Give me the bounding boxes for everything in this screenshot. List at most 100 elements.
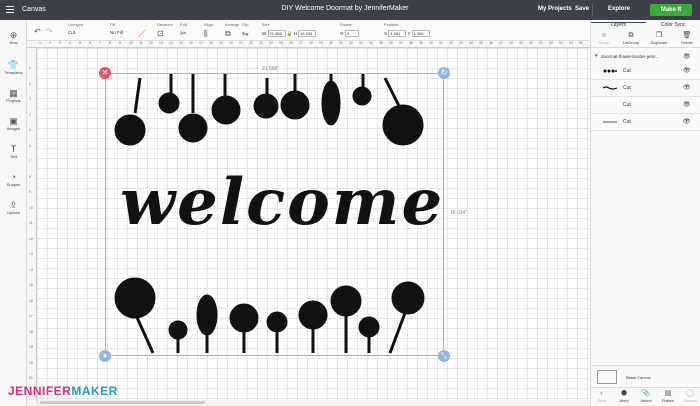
layer-group-row[interactable]: ▾ doormat-flower-border-jenn... 👁 (591, 52, 700, 61)
edit-control[interactable]: Edit ✂ (180, 22, 187, 38)
height-dimension-label: 18.034" (450, 210, 468, 216)
ruler-tick-label: 22 (249, 41, 253, 45)
ruler-tick-label: 27 (299, 41, 303, 45)
layer-item[interactable]: Cut 👁 (591, 114, 700, 131)
ruler-tick-label: 31 (339, 41, 343, 45)
horizontal-scrollbar[interactable] (40, 401, 205, 404)
position-y-input[interactable]: 1.966 (411, 30, 430, 37)
lock-icon[interactable]: 🔒 (287, 31, 293, 36)
position-control: Position X 4.981 Y 1.966 (384, 22, 430, 37)
contour-button[interactable]: ◯ Contour (679, 390, 700, 403)
explore-menu[interactable]: Explore (608, 6, 630, 12)
eye-icon[interactable]: 👁 (683, 67, 691, 74)
canvas-swatch[interactable] (597, 370, 617, 384)
hamburger-menu-icon[interactable] (6, 6, 14, 13)
selection-box[interactable] (105, 73, 444, 356)
deselect-label: Deselect (157, 22, 173, 27)
attach-button[interactable]: 📎 Attach (635, 390, 657, 403)
ruler-tick-label: 55 (579, 41, 583, 45)
arrange-icon[interactable]: ⧉ (225, 29, 231, 39)
eye-icon[interactable]: 👁 (683, 53, 691, 60)
fill-label: Fill (110, 22, 116, 27)
close-icon[interactable]: ✕ (99, 67, 111, 79)
ruler-tick-label: 10 (29, 205, 33, 210)
height-input[interactable]: 18.034 (298, 30, 317, 37)
position-x-input[interactable]: 4.981 (388, 30, 407, 37)
undo-icon[interactable]: ↶ (34, 26, 41, 36)
sidebar-item-images[interactable]: ▣ Images (0, 116, 27, 131)
rotate-handle-icon[interactable]: ↻ (438, 67, 450, 79)
redo-icon[interactable]: ↷ (46, 26, 53, 36)
ruler-tick-label: 18 (29, 329, 33, 334)
chevron-down-icon[interactable]: ▾ (595, 53, 598, 59)
scale-handle-icon[interactable]: ⤡ (438, 350, 450, 362)
delete-button[interactable]: 🗑 Delete (674, 32, 700, 45)
duplicate-button[interactable]: ❐ Duplicate (646, 32, 672, 45)
tab-color-sync[interactable]: Color Sync (661, 22, 685, 28)
group-label: Group (598, 40, 610, 45)
width-input[interactable]: 21.588 (267, 30, 286, 37)
position-label: Position (384, 22, 399, 27)
layer-item[interactable]: Cut 👁 (591, 97, 700, 114)
eye-icon[interactable]: 👁 (683, 101, 691, 108)
ruler-tick-label: 8 (109, 41, 111, 45)
sidebar-item-shapes[interactable]: ◔ Shapes (0, 172, 27, 187)
sidebar-item-projects[interactable]: ▦ Projects (0, 88, 27, 103)
eye-icon[interactable]: 👁 (683, 118, 691, 125)
weld-button[interactable]: ⬟ Weld (613, 390, 635, 403)
sidebar-item-new[interactable]: ⊕ New (0, 30, 27, 45)
flip-control[interactable]: Flip ⇋ (242, 22, 249, 38)
ruler-tick-label: 13 (159, 41, 163, 45)
deselect-icon[interactable]: ⊡ (157, 29, 164, 38)
edit-icon[interactable]: ✂ (180, 29, 187, 38)
ruler-tick-label: 4 (29, 112, 31, 117)
flip-icon[interactable]: ⇋ (242, 29, 249, 38)
align-icon[interactable]: ⫼ (204, 29, 208, 39)
sidebar-item-text[interactable]: T Text (0, 144, 27, 159)
bottom-layer-actions: ◐ Slice ⬟ Weld 📎 Attach ▤ Flatten ◯ Cont… (591, 387, 700, 406)
rotate-input[interactable]: 0 (345, 30, 360, 37)
weld-icon: ⬟ (620, 390, 628, 397)
text-icon: T (10, 144, 17, 154)
eye-icon[interactable]: 👁 (683, 84, 691, 91)
ruler-top: 1 2 3 4 5 6 7 8 9 10 11 12 13 14 15 16 17 18 19 20 21 22 23 24 2… (27, 41, 590, 48)
slice-button[interactable]: ◐ Slice (591, 390, 613, 403)
linetype-select[interactable]: Cut (68, 30, 83, 35)
ruler-tick-label: 8 (29, 174, 31, 179)
lock-handle-icon[interactable]: ● (99, 350, 111, 362)
ruler-tick-label: 20 (229, 41, 233, 45)
flatten-label: Flatten (661, 398, 675, 403)
ruler-tick-label: 18 (209, 41, 213, 45)
flatten-button[interactable]: ▤ Flatten (657, 390, 679, 403)
my-projects-link[interactable]: My Projects (538, 6, 572, 12)
jennifermaker-logo: JENNIFERMAKER (8, 384, 118, 398)
sidebar-item-templates[interactable]: 👕 Templates (0, 60, 27, 75)
ungroup-button[interactable]: ⧉ UnGroup (618, 32, 644, 45)
sidebar-item-label: Upload (7, 210, 20, 215)
ruler-tick-label: 26 (289, 41, 293, 45)
layer-item[interactable]: Cut 👁 (591, 80, 700, 97)
left-sidebar: ⊕ New 👕 Templates ▦ Projects ▣ Images T … (0, 20, 27, 406)
linetype-control[interactable]: Linetype Cut (68, 22, 83, 35)
align-control[interactable]: Align ⫼ (204, 22, 213, 39)
save-button[interactable]: Save (575, 6, 589, 12)
ruler-tick-label: 25 (279, 41, 283, 45)
ruler-tick-label: 13 (29, 252, 33, 256)
image-icon: ▣ (9, 116, 18, 126)
ruler-tick-label: 47 (499, 41, 503, 45)
make-it-button[interactable]: Make It (650, 4, 692, 16)
size-control: Size W 21.588 🔒 H 18.034 (262, 22, 317, 37)
sidebar-item-upload[interactable]: ⇪ Upload (0, 200, 27, 215)
blank-canvas-row[interactable]: Blank Canvas (591, 365, 700, 387)
group-button[interactable]: ⧈ Group (591, 32, 617, 45)
deselect-control[interactable]: Deselect ⊡ (157, 22, 173, 38)
fill-select[interactable]: No Fill (110, 30, 123, 35)
ruler-tick-label: 14 (169, 41, 173, 45)
pen-icon[interactable]: ／ (138, 27, 146, 39)
layer-item[interactable]: Cut 👁 (591, 63, 700, 80)
fill-control[interactable]: Fill No Fill (110, 22, 123, 35)
ruler-tick-label: 15 (179, 41, 183, 45)
ruler-tick-label: 3 (59, 41, 61, 45)
arrange-control[interactable]: Arrange ⧉ (225, 22, 239, 39)
projects-icon: ▦ (9, 88, 18, 98)
